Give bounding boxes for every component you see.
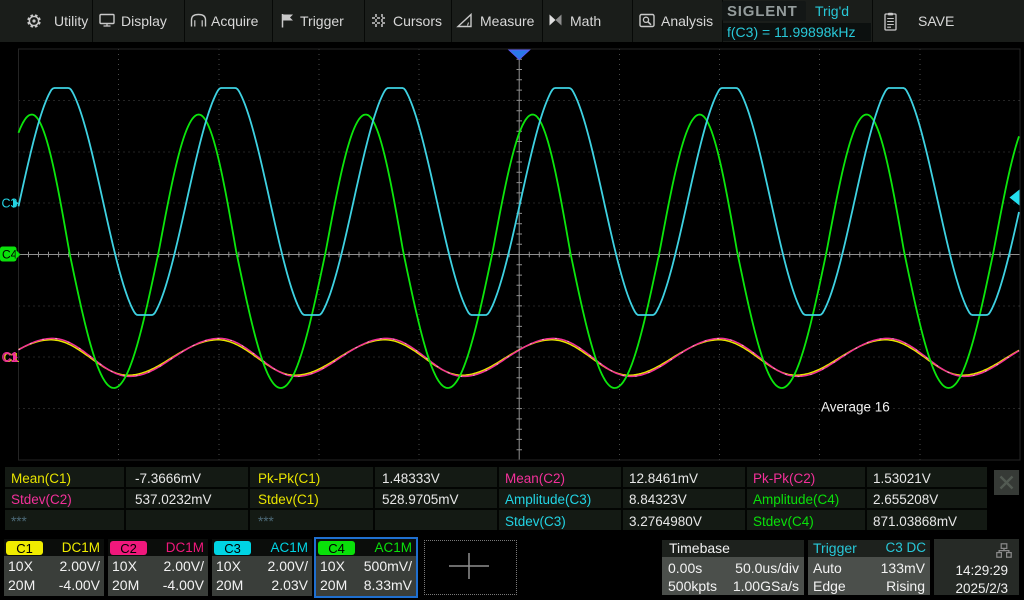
svg-text:Average 16: Average 16 — [821, 400, 890, 415]
svg-text:C4: C4 — [2, 248, 18, 262]
